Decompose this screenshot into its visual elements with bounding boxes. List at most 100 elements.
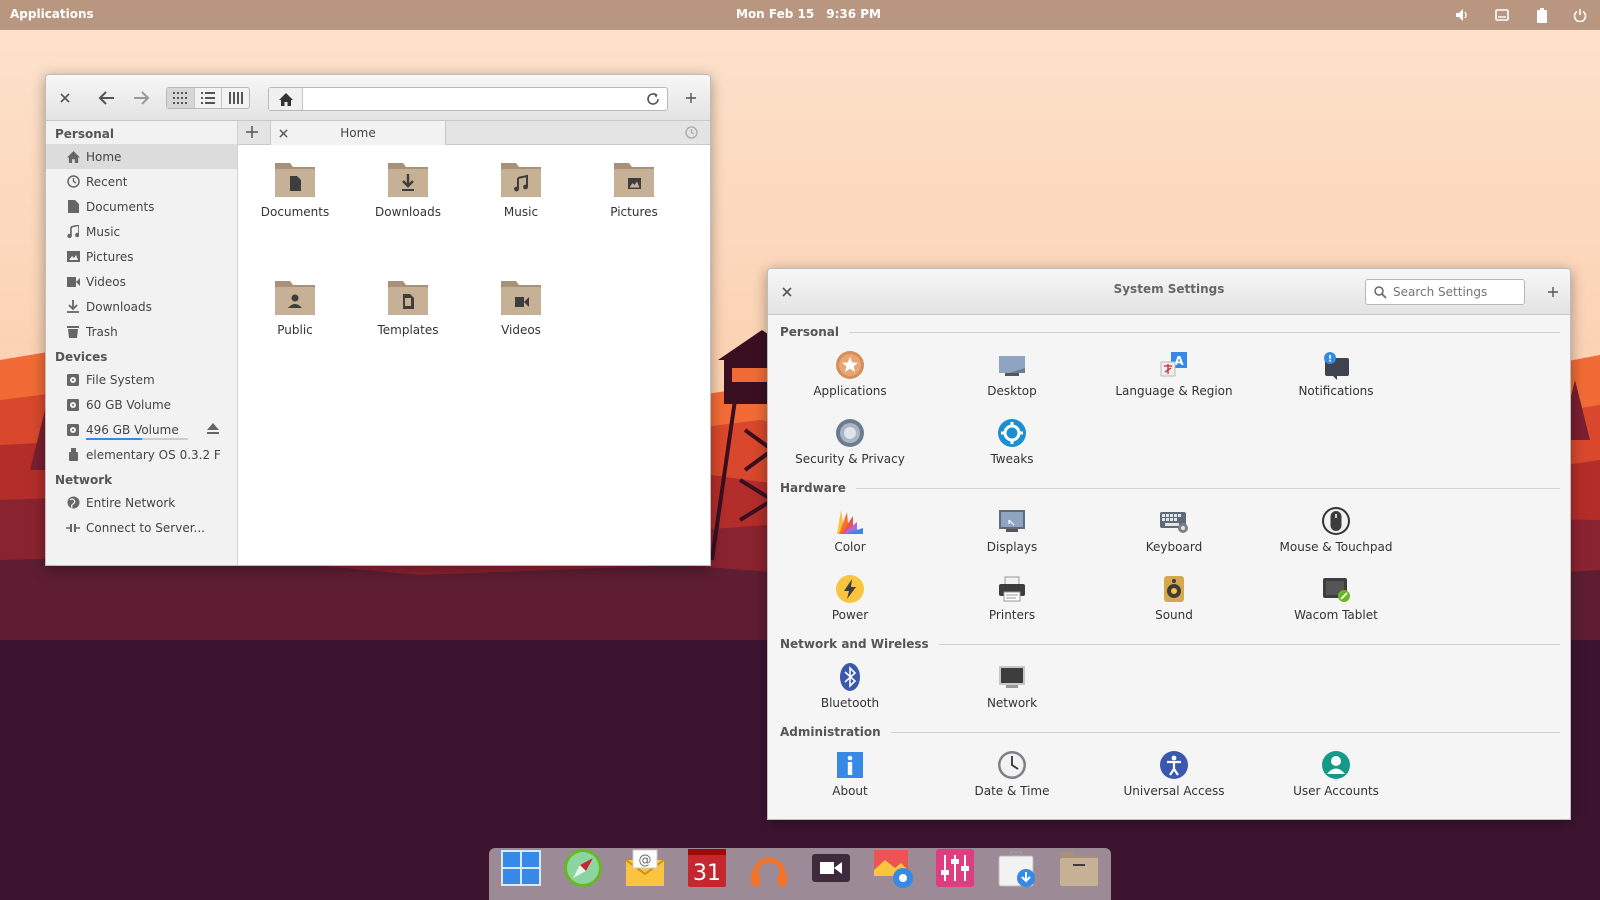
forward-icon[interactable]	[130, 87, 154, 109]
plug-power[interactable]: Power	[770, 574, 930, 622]
plug-displays[interactable]: Displays	[932, 506, 1092, 554]
folder-downloads[interactable]: Downloads	[352, 161, 464, 219]
photos-icon[interactable]	[871, 846, 915, 890]
folder-templates[interactable]: Templates	[352, 279, 464, 337]
sidebar-item-pictures[interactable]: Pictures	[46, 244, 237, 269]
web-browser-icon[interactable]	[561, 846, 605, 890]
sidebar-item-home[interactable]: Home	[46, 144, 237, 169]
settings-titlebar: System Settings	[768, 269, 1570, 315]
plug-user-accounts[interactable]: User Accounts	[1256, 750, 1416, 798]
plug-bluetooth[interactable]: Bluetooth	[770, 662, 930, 710]
notifications-icon[interactable]	[1494, 7, 1510, 23]
sound-mixer-icon[interactable]	[933, 846, 977, 890]
folder-pictures[interactable]: Pictures	[578, 161, 690, 219]
bluetooth-icon	[840, 663, 860, 691]
sidebar-item-entire-network[interactable]: Entire Network	[46, 490, 237, 515]
sidebar-item-label: Entire Network	[86, 495, 176, 510]
folder-label: Videos	[501, 323, 541, 337]
calendar-icon[interactable]: 31	[685, 846, 729, 890]
folder-label: Music	[503, 205, 539, 219]
plug-label: Bluetooth	[820, 696, 880, 710]
video-icon	[66, 275, 80, 289]
search-input[interactable]	[1393, 285, 1523, 299]
sidebar-item-connect-server[interactable]: Connect to Server...	[46, 515, 237, 540]
volume-icon[interactable]	[1454, 7, 1470, 23]
disk-usage-fill	[86, 438, 143, 440]
plug-label: Keyboard	[1145, 540, 1203, 554]
drive-icon	[66, 373, 80, 387]
plug-label: Notifications	[1298, 384, 1374, 398]
plug-date-time[interactable]: Date & Time	[932, 750, 1092, 798]
settings-search[interactable]	[1365, 279, 1525, 305]
files-window: Personal Home Recent Documents Music Pic…	[45, 74, 711, 566]
folder-music[interactable]: Music	[465, 161, 577, 219]
sidebar-item-music[interactable]: Music	[46, 219, 237, 244]
plug-applications[interactable]: Applications	[770, 350, 930, 398]
usb-icon	[66, 448, 80, 462]
new-tab-icon[interactable]	[246, 126, 258, 141]
sidebar-item-496gb-volume[interactable]: 496 GB Volume	[46, 417, 237, 442]
plug-label: Desktop	[987, 384, 1037, 398]
video-player-icon[interactable]	[809, 846, 853, 890]
plug-about[interactable]: About	[770, 750, 930, 798]
power-icon[interactable]	[1572, 7, 1588, 23]
svg-text:@: @	[639, 853, 652, 868]
plug-sound[interactable]: Sound	[1094, 574, 1254, 622]
new-window-icon[interactable]	[682, 89, 700, 107]
plug-color[interactable]: Color	[770, 506, 930, 554]
sidebar-item-recent[interactable]: Recent	[46, 169, 237, 194]
plug-label: Printers	[988, 608, 1036, 622]
plug-printers[interactable]: Printers	[932, 574, 1092, 622]
sidebar-item-documents[interactable]: Documents	[46, 194, 237, 219]
column-view-icon[interactable]	[222, 88, 249, 108]
music-folder-icon	[501, 163, 541, 197]
tablet-icon	[1323, 578, 1350, 602]
mail-icon[interactable]: @	[623, 846, 667, 890]
sidebar-item-file-system[interactable]: File System	[46, 367, 237, 392]
plug-tweaks[interactable]: Tweaks	[932, 418, 1092, 466]
files-icon[interactable]	[1057, 846, 1101, 890]
plug-network[interactable]: Network	[932, 662, 1092, 710]
location-bar[interactable]	[268, 87, 668, 111]
app-center-icon[interactable]	[995, 846, 1039, 890]
displays-icon	[999, 510, 1025, 532]
plug-wacom-tablet[interactable]: Wacom Tablet	[1256, 574, 1416, 622]
sidebar-item-videos[interactable]: Videos	[46, 269, 237, 294]
multitasking-view-icon[interactable]	[499, 846, 543, 890]
folder-documents[interactable]: Documents	[239, 161, 351, 219]
back-icon[interactable]	[94, 87, 118, 109]
music-player-icon[interactable]	[747, 846, 791, 890]
close-tab-icon[interactable]	[279, 127, 288, 141]
eject-icon[interactable]	[207, 423, 219, 437]
battery-icon[interactable]	[1534, 7, 1550, 23]
maximize-icon[interactable]	[1544, 283, 1562, 301]
folder-videos[interactable]: Videos	[465, 279, 577, 337]
sidebar-item-label: elementary OS 0.3.2 Fr...	[86, 447, 220, 462]
sidebar-item-downloads[interactable]: Downloads	[46, 294, 237, 319]
plug-language-region[interactable]: A Language & Region	[1094, 350, 1254, 398]
reload-icon[interactable]	[645, 91, 661, 110]
datetime-indicator[interactable]: Mon Feb 15 9:36 PM	[736, 7, 893, 21]
history-icon[interactable]	[685, 126, 698, 142]
download-icon	[66, 300, 80, 314]
close-icon[interactable]	[56, 89, 74, 107]
grid-view-icon[interactable]	[167, 88, 195, 108]
sidebar-item-trash[interactable]: Trash	[46, 319, 237, 344]
sidebar-item-60gb-volume[interactable]: 60 GB Volume	[46, 392, 237, 417]
sidebar-item-label: Trash	[86, 324, 118, 339]
home-icon[interactable]	[269, 88, 303, 110]
plug-notifications[interactable]: ! Notifications	[1256, 350, 1416, 398]
plug-keyboard[interactable]: Keyboard	[1094, 506, 1254, 554]
plug-universal-access[interactable]: Universal Access	[1094, 750, 1254, 798]
plug-security-privacy[interactable]: Security & Privacy	[770, 418, 930, 466]
plug-desktop[interactable]: Desktop	[932, 350, 1092, 398]
plug-label: User Accounts	[1293, 784, 1379, 798]
tab-home[interactable]: Home	[270, 121, 446, 145]
sidebar-item-usb-drive[interactable]: elementary OS 0.3.2 Fr...	[46, 442, 237, 467]
sidebar-item-label: Home	[86, 149, 122, 164]
applications-menu[interactable]: Applications	[10, 7, 94, 21]
folder-public[interactable]: Public	[239, 279, 351, 337]
plug-label: Applications	[813, 384, 887, 398]
plug-mouse-touchpad[interactable]: Mouse & Touchpad	[1256, 506, 1416, 554]
list-view-icon[interactable]	[195, 88, 223, 108]
